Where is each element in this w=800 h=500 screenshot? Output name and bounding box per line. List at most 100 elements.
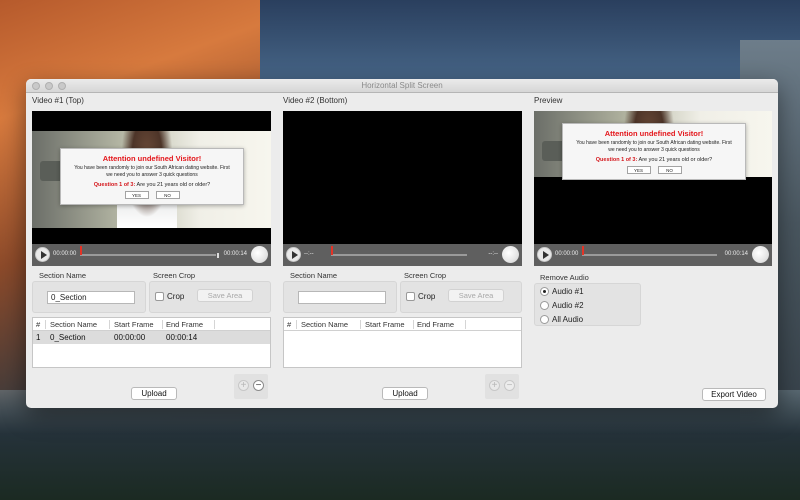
video2-frame (283, 111, 522, 245)
video2-crop-label: Crop (418, 292, 436, 301)
popup-question: Question 1 of 3: Are you 21 years old or… (563, 157, 745, 163)
video1-crop-box: Crop Save Area (149, 281, 271, 313)
remove-audio-label: Remove Audio (540, 273, 589, 282)
table-header: # Section Name Start Frame End Frame (33, 318, 270, 331)
window-title: Horizontal Split Screen (361, 81, 443, 90)
audio2-label[interactable]: Audio #2 (552, 301, 584, 310)
col-header-end-frame[interactable]: End Frame (417, 320, 454, 329)
preview-frame: Attention undefined Visitor! You have be… (534, 111, 772, 245)
video1-add-remove-controls: + − (234, 374, 268, 399)
col-header-start-frame[interactable]: Start Frame (365, 320, 405, 329)
play-icon[interactable] (286, 247, 301, 262)
video2-in-marker[interactable] (331, 246, 333, 255)
plus-icon[interactable]: + (489, 380, 500, 391)
video2-upload-button[interactable]: Upload (382, 387, 428, 400)
col-header-start-frame[interactable]: Start Frame (114, 320, 154, 329)
video1-out-marker[interactable] (217, 253, 219, 258)
video1-section-name-input[interactable]: 0_Section (47, 291, 135, 304)
preview-timeline[interactable] (582, 254, 717, 256)
video1-player[interactable]: Attention undefined Visitor! You have be… (32, 111, 271, 266)
video1-save-area-button[interactable]: Save Area (197, 289, 253, 302)
popup-title: Attention undefined Visitor! (604, 129, 704, 138)
popup-no-button: NO (155, 191, 180, 199)
popup-question-label: Question 1 of 3: (93, 182, 136, 188)
video1-current-time: 00:00:00 (53, 251, 77, 257)
popup-question: Question 1 of 3: Are you 21 years old or… (61, 182, 243, 188)
video2-duration: --:-- (488, 251, 498, 257)
popup-question-text: Are you 21 years old or older? (638, 157, 713, 163)
col-header-index[interactable]: # (287, 320, 291, 329)
all-audio-label[interactable]: All Audio (552, 315, 583, 324)
preview-duration: 00:00:14 (724, 251, 748, 257)
col-header-section-name[interactable]: Section Name (301, 320, 348, 329)
video1-sections-table: # Section Name Start Frame End Frame 1 0… (32, 317, 271, 368)
video1-frame: Attention undefined Visitor! You have be… (32, 111, 271, 245)
popup-body: You have been randomly to join our South… (576, 140, 732, 153)
preview-in-marker[interactable] (582, 246, 584, 255)
video1-crop-checkbox[interactable] (155, 292, 164, 301)
video2-section-name-label: Section Name (290, 271, 338, 280)
preview-current-time: 00:00:00 (555, 251, 579, 257)
preview-player[interactable]: Attention undefined Visitor! You have be… (534, 111, 772, 266)
video1-in-marker[interactable] (80, 246, 82, 255)
preview-popup: Attention undefined Visitor! You have be… (562, 123, 746, 180)
title-bar[interactable]: Horizontal Split Screen (26, 79, 778, 93)
table-header: # Section Name Start Frame End Frame (284, 318, 521, 331)
video1-upload-button[interactable]: Upload (131, 387, 177, 400)
popup-yes-button: YES (124, 191, 149, 199)
video1-header: Video #1 (Top) (32, 96, 84, 105)
video1-controls: 00:00:00 00:00:14 (32, 244, 271, 266)
popup-no-button: NO (657, 166, 682, 174)
video1-section-box: 0_Section (32, 281, 146, 313)
preview-header: Preview (534, 96, 563, 105)
play-icon[interactable] (35, 247, 50, 262)
col-header-index[interactable]: # (36, 320, 40, 329)
remove-audio-box: Audio #1 Audio #2 All Audio (534, 283, 641, 326)
cell-start-frame: 00:00:00 (114, 333, 146, 342)
preview-controls: 00:00:00 00:00:14 (534, 244, 772, 266)
video1-section-name-label: Section Name (39, 271, 87, 280)
minus-icon[interactable]: − (253, 380, 264, 391)
video2-player[interactable]: --:-- --:-- (283, 111, 522, 266)
cell-section-name: 0_Section (50, 333, 86, 342)
volume-knob-icon[interactable] (752, 246, 769, 263)
video2-crop-box: Crop Save Area (400, 281, 522, 313)
play-icon[interactable] (537, 247, 552, 262)
audio1-label[interactable]: Audio #1 (552, 287, 584, 296)
video2-screen-crop-label: Screen Crop (404, 271, 447, 280)
col-header-section-name[interactable]: Section Name (50, 320, 97, 329)
video2-section-name-input[interactable] (298, 291, 386, 304)
video1-screen-crop-label: Screen Crop (153, 271, 196, 280)
minus-icon[interactable]: − (504, 380, 515, 391)
popup-yes-button: YES (626, 166, 651, 174)
popup-body: You have been randomly to join our South… (74, 165, 230, 178)
video2-sections-table: # Section Name Start Frame End Frame (283, 317, 522, 368)
video1-popup: Attention undefined Visitor! You have be… (60, 148, 244, 205)
audio2-radio[interactable] (540, 301, 549, 310)
table-row[interactable]: 1 0_Section 00:00:00 00:00:14 (33, 331, 270, 344)
popup-title: Attention undefined Visitor! (102, 154, 202, 163)
volume-knob-icon[interactable] (251, 246, 268, 263)
video1-crop-label: Crop (167, 292, 185, 301)
video2-controls: --:-- --:-- (283, 244, 522, 266)
export-video-button[interactable]: Export Video (702, 388, 766, 401)
plus-icon[interactable]: + (238, 380, 249, 391)
video2-current-time: --:-- (304, 251, 314, 257)
all-audio-radio[interactable] (540, 315, 549, 324)
video2-section-box (283, 281, 397, 313)
video2-timeline[interactable] (331, 254, 467, 256)
video1-duration: 00:00:14 (223, 251, 247, 257)
video2-add-remove-controls: + − (485, 374, 519, 399)
video2-save-area-button[interactable]: Save Area (448, 289, 504, 302)
audio1-radio[interactable] (540, 287, 549, 296)
video2-header: Video #2 (Bottom) (283, 96, 348, 105)
popup-question-label: Question 1 of 3: (595, 157, 638, 163)
video2-crop-checkbox[interactable] (406, 292, 415, 301)
popup-question-text: Are you 21 years old or older? (136, 182, 211, 188)
cell-index: 1 (36, 333, 41, 342)
col-header-end-frame[interactable]: End Frame (166, 320, 203, 329)
video1-timeline[interactable] (80, 254, 216, 256)
app-window: Horizontal Split Screen Video #1 (Top) A… (26, 79, 778, 408)
cell-end-frame: 00:00:14 (166, 333, 198, 342)
volume-knob-icon[interactable] (502, 246, 519, 263)
